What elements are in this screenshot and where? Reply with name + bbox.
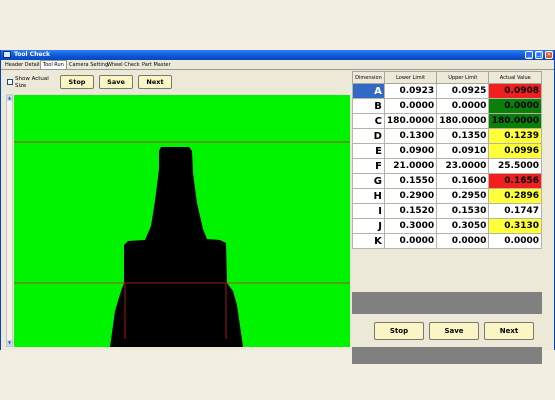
dimension-cell[interactable]: I [352, 203, 385, 219]
show-actual-size-checkbox[interactable] [7, 79, 13, 85]
stop-button-top[interactable]: Stop [60, 75, 94, 89]
app-icon [3, 51, 11, 58]
dimension-cell[interactable]: E [352, 143, 385, 159]
table-row[interactable]: K 0.0000 0.0000 0.0000 [352, 233, 542, 249]
save-button-bottom[interactable]: Save [429, 322, 479, 340]
lower-limit-cell[interactable]: 180.0000 [383, 113, 438, 129]
lower-limit-cell[interactable]: 0.3000 [383, 218, 438, 234]
scroll-up-arrow-icon[interactable]: ▲ [7, 95, 12, 101]
title-bar: Tool Check _ □ × [1, 50, 554, 60]
actual-value-cell[interactable]: 0.1747 [488, 203, 542, 219]
table-row[interactable]: G 0.1550 0.1600 0.1656 [352, 173, 542, 189]
app-window: Tool Check _ □ × Header Details Tool Run… [0, 50, 555, 364]
actual-value-cell[interactable]: 0.0000 [488, 98, 542, 114]
lower-limit-cell[interactable]: 0.0000 [383, 98, 438, 114]
dimension-cell[interactable]: B [352, 98, 385, 114]
next-button-top[interactable]: Next [138, 75, 172, 89]
show-actual-size-label: Show Actual Size [15, 76, 49, 89]
lower-limit-cell[interactable]: 0.0000 [383, 233, 438, 249]
maximize-button[interactable]: □ [535, 51, 543, 59]
upper-limit-cell[interactable]: 0.1350 [436, 128, 490, 144]
dimension-cell[interactable]: A [352, 83, 385, 99]
dimension-cell[interactable]: F [352, 158, 385, 174]
upper-limit-cell[interactable]: 23.0000 [436, 158, 490, 174]
upper-limit-cell[interactable]: 0.0925 [436, 83, 490, 99]
actual-value-cell[interactable]: 0.1239 [488, 128, 542, 144]
minimize-button[interactable]: _ [525, 51, 533, 59]
upper-limit-cell[interactable]: 180.0000 [436, 113, 490, 129]
table-row[interactable]: D 0.1300 0.1350 0.1239 [352, 128, 542, 144]
lower-limit-cell[interactable]: 0.2900 [383, 188, 438, 204]
camera-image-view [14, 95, 350, 347]
dimension-cell[interactable]: C [352, 113, 385, 129]
table-row[interactable]: C 180.0000 180.0000 180.0000 [352, 113, 542, 129]
table-header-row: Dimension Lower Limit Upper Limit Actual… [352, 71, 542, 84]
tool-silhouette [110, 147, 243, 347]
dimension-cell[interactable]: G [352, 173, 385, 189]
header-lower-limit[interactable]: Lower Limit [383, 71, 438, 84]
lower-limit-cell[interactable]: 0.1520 [383, 203, 438, 219]
table-row[interactable]: J 0.3000 0.3050 0.3130 [352, 218, 542, 234]
dimension-cell[interactable]: K [352, 233, 385, 249]
upper-limit-cell[interactable]: 0.0000 [436, 98, 490, 114]
lower-limit-cell[interactable]: 0.0923 [383, 83, 438, 99]
tab-wheel-check[interactable]: Wheel Check [105, 61, 142, 69]
upper-limit-cell[interactable]: 0.1530 [436, 203, 490, 219]
actual-value-cell[interactable]: 0.0996 [488, 143, 542, 159]
actual-value-cell[interactable]: 0.1656 [488, 173, 542, 189]
scroll-down-arrow-icon[interactable]: ▼ [7, 340, 12, 346]
lower-limit-cell[interactable]: 0.0900 [383, 143, 438, 159]
header-upper-limit[interactable]: Upper Limit [436, 71, 490, 84]
header-dimension[interactable]: Dimension [352, 71, 385, 84]
close-button[interactable]: × [545, 51, 553, 59]
actual-value-cell[interactable]: 0.3130 [488, 218, 542, 234]
image-vertical-scrollbar[interactable]: ▲ ▼ [6, 94, 13, 347]
actual-value-cell[interactable]: 0.0908 [488, 83, 542, 99]
upper-limit-cell[interactable]: 0.2950 [436, 188, 490, 204]
actual-value-cell[interactable]: 0.2896 [488, 188, 542, 204]
actual-value-cell[interactable]: 0.0000 [488, 233, 542, 249]
dimension-cell[interactable]: H [352, 188, 385, 204]
right-scrollbar-track[interactable] [545, 71, 552, 347]
upper-limit-cell[interactable]: 0.1600 [436, 173, 490, 189]
tab-header-details[interactable]: Header Details [3, 61, 44, 69]
table-row[interactable]: H 0.2900 0.2950 0.2896 [352, 188, 542, 204]
window-title: Tool Check [14, 51, 50, 58]
lower-limit-cell[interactable]: 0.1550 [383, 173, 438, 189]
lower-limit-cell[interactable]: 0.1300 [383, 128, 438, 144]
stop-button-bottom[interactable]: Stop [374, 322, 424, 340]
tab-camera-setting[interactable]: Camera Setting [67, 61, 110, 69]
upper-limit-cell[interactable]: 0.0000 [436, 233, 490, 249]
actual-value-cell[interactable]: 180.0000 [488, 113, 542, 129]
upper-limit-cell[interactable]: 0.0910 [436, 143, 490, 159]
dimension-table: Dimension Lower Limit Upper Limit Actual… [352, 71, 542, 249]
table-row[interactable]: B 0.0000 0.0000 0.0000 [352, 98, 542, 114]
next-button-bottom[interactable]: Next [484, 322, 534, 340]
actual-value-cell[interactable]: 25.5000 [488, 158, 542, 174]
tool-silhouette-image [14, 141, 350, 347]
tab-part-master[interactable]: Part Master [140, 61, 173, 69]
table-row[interactable]: E 0.0900 0.0910 0.0996 [352, 143, 542, 159]
table-row[interactable]: I 0.1520 0.1530 0.1747 [352, 203, 542, 219]
lower-limit-cell[interactable]: 21.0000 [383, 158, 438, 174]
header-actual-value[interactable]: Actual Value [488, 71, 542, 84]
save-button-top[interactable]: Save [99, 75, 133, 89]
dimension-cell[interactable]: J [352, 218, 385, 234]
table-row[interactable]: A 0.0923 0.0925 0.0908 [352, 83, 542, 99]
tab-strip: Header Details Tool Run Camera Setting W… [1, 60, 554, 70]
tab-tool-run[interactable]: Tool Run [40, 60, 67, 69]
upper-limit-cell[interactable]: 0.3050 [436, 218, 490, 234]
table-row[interactable]: F 21.0000 23.0000 25.5000 [352, 158, 542, 174]
dimension-cell[interactable]: D [352, 128, 385, 144]
